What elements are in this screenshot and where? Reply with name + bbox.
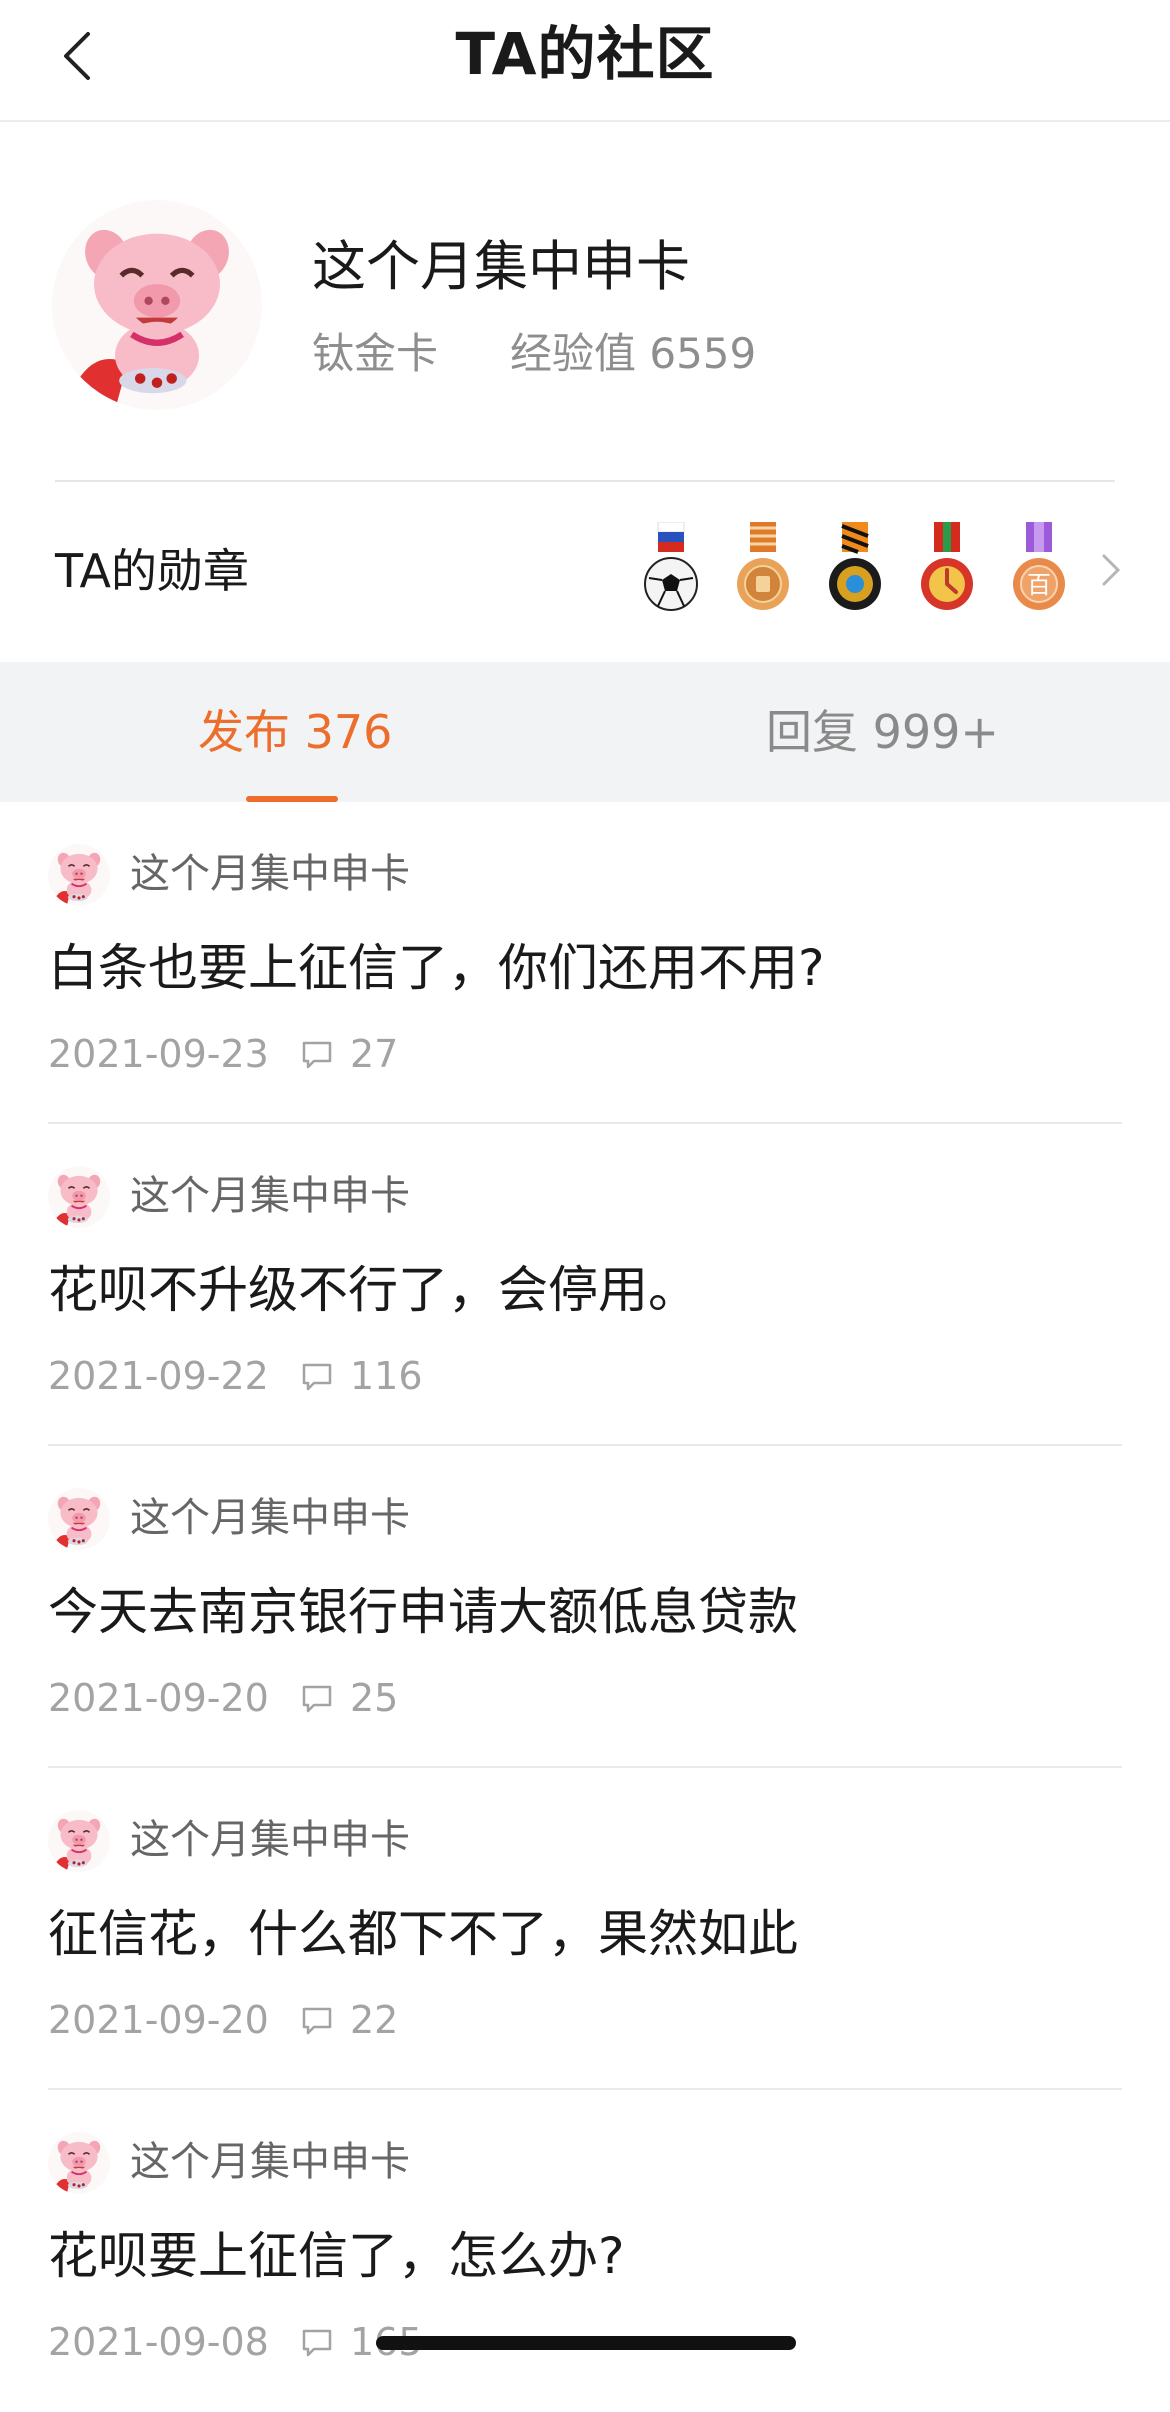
post-item[interactable]: 这个月集中申卡 征信花，什么都下不了，果然如此 2021-09-20 22 xyxy=(0,1768,1170,2090)
post-item[interactable]: 这个月集中申卡 花呗要上征信了，怎么办? 2021-09-08 165 xyxy=(0,2090,1170,2412)
post-date: 2021-09-20 xyxy=(48,1676,269,1720)
tab-replies[interactable]: 回复 999+ xyxy=(766,662,999,802)
author-avatar xyxy=(48,1488,110,1550)
bai-medal-icon: 百 xyxy=(1013,522,1065,610)
pig-avatar-icon xyxy=(48,844,110,906)
post-title: 今天去南京银行申请大额低息贷款 xyxy=(48,1583,798,1641)
post-date: 2021-09-08 xyxy=(48,2320,269,2364)
striped-ribbon-medal-icon xyxy=(829,522,881,610)
nav-bar: TA的社区 xyxy=(0,0,1170,122)
comment-count: 25 xyxy=(350,1676,399,1720)
author-avatar xyxy=(48,2132,110,2194)
pig-avatar-icon xyxy=(48,1488,110,1550)
author-avatar xyxy=(48,844,110,906)
chevron-right-icon[interactable] xyxy=(1096,548,1126,592)
badges-label: TA的勋章 xyxy=(55,544,249,598)
post-item[interactable]: 这个月集中申卡 白条也要上征信了，你们还用不用? 2021-09-23 27 xyxy=(0,802,1170,1124)
page-title: TA的社区 xyxy=(455,20,715,88)
comment-count: 116 xyxy=(350,1354,423,1398)
post-author: 这个月集中申卡 xyxy=(130,2139,410,2185)
tab-bar: 发布 376 回复 999+ xyxy=(0,662,1170,802)
post-date: 2021-09-23 xyxy=(48,1032,269,1076)
comment-icon xyxy=(302,1363,332,1391)
post-title: 征信花，什么都下不了，果然如此 xyxy=(48,1905,798,1963)
post-author: 这个月集中申卡 xyxy=(130,1173,410,1219)
football-medal-icon xyxy=(644,522,698,611)
user-meta: 钛金卡 经验值 6559 xyxy=(312,326,756,382)
pig-avatar-icon xyxy=(52,200,262,410)
comment-count: 22 xyxy=(350,1998,399,2042)
avatar[interactable] xyxy=(52,200,262,410)
divider xyxy=(55,480,1115,482)
experience-value: 经验值 6559 xyxy=(510,329,757,378)
post-date: 2021-09-20 xyxy=(48,1998,269,2042)
post-date: 2021-09-22 xyxy=(48,1354,269,1398)
comment-icon xyxy=(302,1685,332,1713)
tab-posts[interactable]: 发布 376 xyxy=(198,662,392,802)
post-title: 花呗要上征信了，怎么办? xyxy=(48,2227,625,2285)
svg-text:百: 百 xyxy=(1027,571,1051,599)
post-author: 这个月集中申卡 xyxy=(130,1817,410,1863)
pig-avatar-icon xyxy=(48,1166,110,1228)
author-avatar xyxy=(48,1166,110,1228)
badges-row[interactable]: 百 xyxy=(640,522,1070,618)
pig-avatar-icon xyxy=(48,1810,110,1872)
post-item[interactable]: 这个月集中申卡 今天去南京银行申请大额低息贷款 2021-09-20 25 xyxy=(0,1446,1170,1768)
red-green-medal-icon xyxy=(921,522,973,610)
post-title: 白条也要上征信了，你们还用不用? xyxy=(48,939,825,997)
member-level: 钛金卡 xyxy=(312,329,439,378)
post-author: 这个月集中申卡 xyxy=(130,1495,410,1541)
comment-count: 27 xyxy=(350,1032,399,1076)
comment-icon xyxy=(302,1041,332,1069)
post-author: 这个月集中申卡 xyxy=(130,851,410,897)
post-item[interactable]: 这个月集中申卡 花呗不升级不行了，会停用。 2021-09-22 116 xyxy=(0,1124,1170,1446)
pig-avatar-icon xyxy=(48,2132,110,2194)
username: 这个月集中申卡 xyxy=(312,235,690,298)
post-title: 花呗不升级不行了，会停用。 xyxy=(48,1261,698,1319)
orange-ribbon-medal-icon xyxy=(737,522,789,610)
comment-icon xyxy=(302,2329,332,2357)
comment-icon xyxy=(302,2007,332,2035)
author-avatar xyxy=(48,1810,110,1872)
home-indicator[interactable] xyxy=(376,2336,796,2350)
